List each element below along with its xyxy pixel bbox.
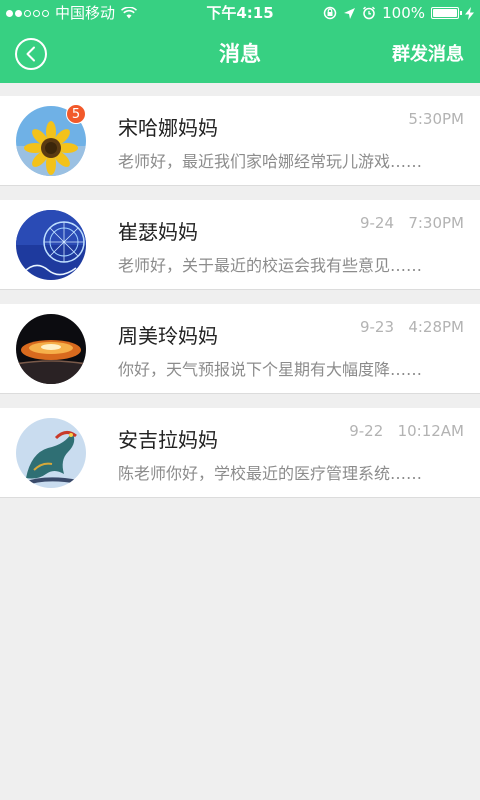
conversation-row[interactable]: 5 宋哈娜妈妈 5:30PM 老师好，最近我们家哈娜经常玩儿游戏…… bbox=[0, 96, 480, 186]
message-time: 5:30PM bbox=[408, 110, 464, 128]
contact-name: 周美玲妈妈 bbox=[118, 324, 218, 348]
avatar bbox=[16, 314, 86, 384]
conversation-list: 5 宋哈娜妈妈 5:30PM 老师好，最近我们家哈娜经常玩儿游戏…… 崔瑟妈妈 … bbox=[0, 96, 480, 512]
contact-name: 崔瑟妈妈 bbox=[118, 220, 198, 244]
status-right: 100% bbox=[323, 0, 474, 26]
broadcast-message-button[interactable]: 群发消息 bbox=[392, 26, 464, 83]
conversation-row[interactable]: 崔瑟妈妈 9-24 7:30PM 老师好，关于最近的校运会我有些意见…… bbox=[0, 200, 480, 290]
location-arrow-icon bbox=[344, 7, 356, 19]
conversation-row[interactable]: 安吉拉妈妈 9-22 10:12AM 陈老师你好，学校最近的医疗管理系统…… bbox=[0, 408, 480, 498]
conversation-row[interactable]: 周美玲妈妈 9-23 4:28PM 你好，天气预报说下个星期有大幅度降…… bbox=[0, 304, 480, 394]
rotation-lock-icon bbox=[323, 6, 337, 20]
unread-badge: 5 bbox=[66, 104, 86, 124]
message-time: 9-24 7:30PM bbox=[359, 214, 464, 232]
avatar bbox=[16, 418, 86, 488]
ferris-wheel-avatar-image bbox=[16, 210, 86, 280]
status-bar: 中国移动 下午4:15 100% bbox=[0, 0, 480, 26]
alarm-clock-icon bbox=[363, 6, 376, 20]
explosion-avatar-image bbox=[16, 314, 86, 384]
message-time: 9-23 4:28PM bbox=[359, 318, 464, 336]
message-preview: 陈老师你好，学校最近的医疗管理系统…… bbox=[118, 464, 423, 483]
message-preview: 老师好，最近我们家哈娜经常玩儿游戏…… bbox=[118, 152, 423, 171]
charging-bolt-icon bbox=[465, 6, 474, 20]
dragon-avatar-image bbox=[16, 418, 86, 488]
message-time: 9-22 10:12AM bbox=[349, 422, 464, 440]
nav-bar: 消息 群发消息 bbox=[0, 26, 480, 83]
message-preview: 老师好，关于最近的校运会我有些意见…… bbox=[118, 256, 423, 275]
message-preview: 你好，天气预报说下个星期有大幅度降…… bbox=[118, 360, 423, 379]
contact-name: 安吉拉妈妈 bbox=[118, 428, 218, 452]
battery-percent: 100% bbox=[382, 4, 425, 22]
contact-name: 宋哈娜妈妈 bbox=[118, 116, 218, 140]
battery-icon bbox=[431, 7, 462, 19]
avatar bbox=[16, 210, 86, 280]
